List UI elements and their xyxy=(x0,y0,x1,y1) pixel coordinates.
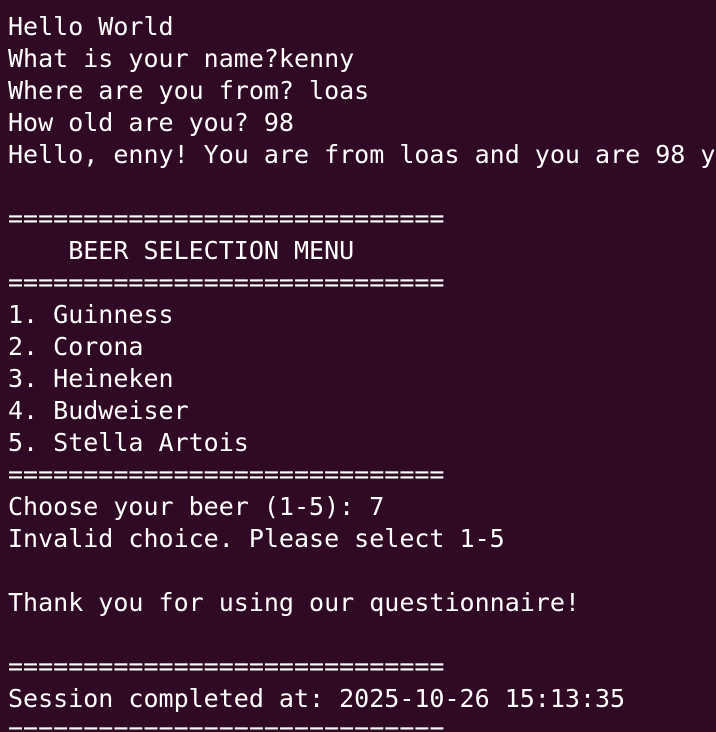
menu-item-corona: 2. Corona xyxy=(8,332,144,361)
menu-item-guinness: 1. Guinness xyxy=(8,300,174,329)
output-line-invalid-choice: Invalid choice. Please select 1-5 xyxy=(8,524,505,553)
menu-item-budweiser: 4. Budweiser xyxy=(8,396,189,425)
terminal-window[interactable]: Hello World What is your name?kenny Wher… xyxy=(0,0,716,732)
menu-item-heineken: 3. Heineken xyxy=(8,364,174,393)
output-line-age-prompt: How old are you? 98 xyxy=(8,108,294,137)
output-line-name-prompt: What is your name?kenny xyxy=(8,44,355,73)
divider-line: ============================= xyxy=(8,268,445,297)
divider-line: ============================= xyxy=(8,460,445,489)
output-line-thank-you: Thank you for using our questionnaire! xyxy=(8,588,580,617)
output-line-beer-choice: Choose your beer (1-5): 7 xyxy=(8,492,385,521)
divider-line: ============================= xyxy=(8,204,445,233)
output-line-location-prompt: Where are you from? loas xyxy=(8,76,370,105)
menu-item-stella-artois: 5. Stella Artois xyxy=(8,428,249,457)
divider-line: ============================= xyxy=(8,716,445,732)
output-line-session-completed: Session completed at: 2025-10-26 15:13:3… xyxy=(8,684,626,713)
output-line-hello-world: Hello World xyxy=(8,12,174,41)
divider-line: ============================= xyxy=(8,652,445,681)
output-line-greeting: Hello, enny! You are from loas and you a… xyxy=(8,140,716,169)
menu-title: BEER SELECTION MENU xyxy=(8,236,355,265)
